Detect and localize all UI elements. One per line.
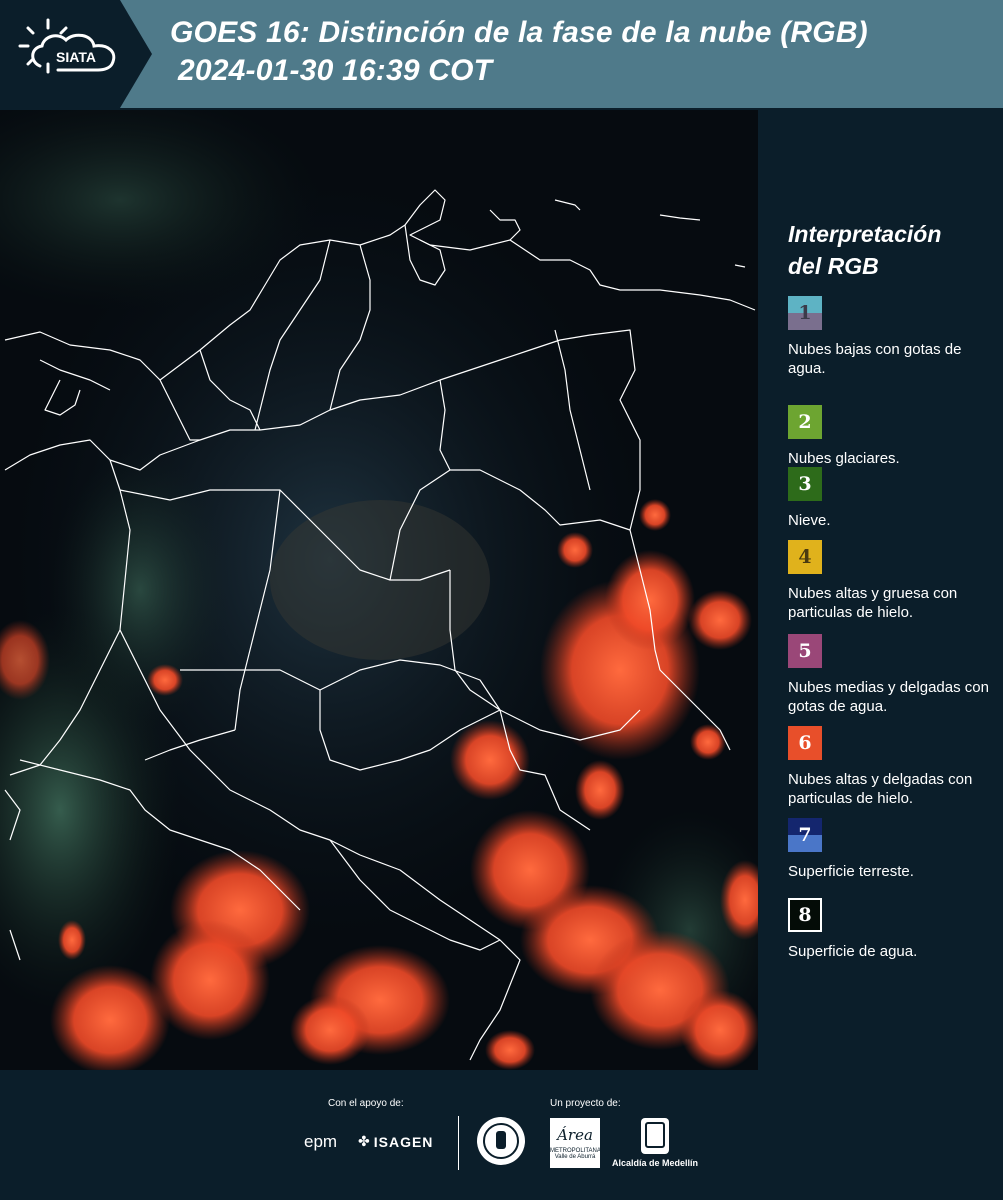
project-label: Un proyecto de:	[550, 1098, 621, 1109]
legend-title-line-2: del RGB	[788, 253, 879, 279]
footer: Con el apoyo de: Un proyecto de: epm ✤ I…	[0, 1070, 1003, 1200]
legend-label: Nubes altas y delgadas con particulas de…	[788, 771, 973, 807]
legend-title-line-1: Interpretación	[788, 221, 942, 247]
header-bar: SIATA GOES 16: Distinción de la fase de …	[0, 0, 1003, 108]
legend-swatch: 6	[788, 726, 822, 760]
legend-swatch: 7	[788, 818, 822, 852]
legend-swatch: 3	[788, 467, 822, 501]
title-line-1: GOES 16: Distinción de la fase de la nub…	[170, 16, 868, 49]
alcaldia-shield-icon	[641, 1118, 669, 1154]
footer-divider	[458, 1116, 459, 1170]
legend-panel: Interpretación del RGB 1 Nubes bajas con …	[760, 110, 1003, 1070]
isagen-text: ISAGEN	[373, 1133, 434, 1150]
legend-label: Nubes bajas con gotas de agua.	[788, 341, 962, 377]
legend-number: 4	[798, 546, 812, 568]
legend-number: 2	[798, 411, 812, 433]
seal-logo	[477, 1117, 525, 1165]
title-line-2: 2024-01-30 16:39 COT	[178, 54, 493, 87]
siata-logo: SIATA	[0, 0, 152, 108]
area-logo-text: Área	[557, 1126, 593, 1144]
legend-item: 3 Nieve.	[788, 467, 1003, 530]
area-subtext-2: Valle de Aburrá	[554, 1154, 596, 1160]
legend-item: 8 Superficie de agua.	[788, 898, 1003, 961]
legend-title: Interpretación del RGB	[788, 218, 941, 282]
area-metropolitana-logo: Área METROPOLITANA Valle de Aburrá	[550, 1118, 601, 1168]
legend-number: 1	[798, 302, 812, 324]
isagen-icon: ✤	[358, 1133, 370, 1149]
page-title: GOES 16: Distinción de la fase de la nub…	[170, 14, 868, 90]
legend-item: 6 Nubes altas y delgadas con particulas d…	[788, 726, 1003, 808]
siata-logo-text: SIATA	[56, 49, 96, 65]
legend-item: 4 Nubes altas y gruesa con particulas de …	[788, 540, 1003, 622]
legend-label: Nubes altas y gruesa con particulas de h…	[788, 585, 958, 621]
legend-swatch: 5	[788, 634, 822, 668]
legend-item: 7 Superficie terreste.	[788, 818, 1003, 881]
legend-item: 5 Nubes medias y delgadas con gotas de ag…	[788, 634, 1003, 716]
legend-label: Superficie terreste.	[788, 863, 914, 880]
alcaldia-text: Alcaldía de Medellín	[612, 1158, 699, 1168]
legend-number: 7	[798, 824, 812, 846]
legend-number: 6	[798, 732, 812, 754]
legend-number: 5	[798, 640, 812, 662]
legend-label: Superficie de agua.	[788, 943, 918, 960]
legend-label: Nubes medias y delgadas con gotas de agu…	[788, 679, 989, 715]
legend-swatch: 1	[788, 296, 822, 330]
legend-label: Nieve.	[788, 512, 831, 529]
satellite-image	[0, 110, 758, 1070]
epm-logo: epm	[304, 1132, 338, 1151]
legend-swatch: 2	[788, 405, 822, 439]
legend-label: Nubes glaciares.	[788, 450, 900, 467]
legend-number: 3	[798, 473, 812, 495]
support-label: Con el apoyo de:	[328, 1098, 404, 1109]
satellite-map	[0, 110, 758, 1070]
legend-item: 1 Nubes bajas con gotas de agua.	[788, 296, 1003, 378]
legend-swatch: 4	[788, 540, 822, 574]
legend-number: 8	[798, 904, 812, 926]
legend-swatch: 8	[788, 898, 822, 932]
isagen-logo: ✤ ISAGEN	[358, 1133, 433, 1150]
legend-item: 2 Nubes glaciares.	[788, 405, 1003, 468]
